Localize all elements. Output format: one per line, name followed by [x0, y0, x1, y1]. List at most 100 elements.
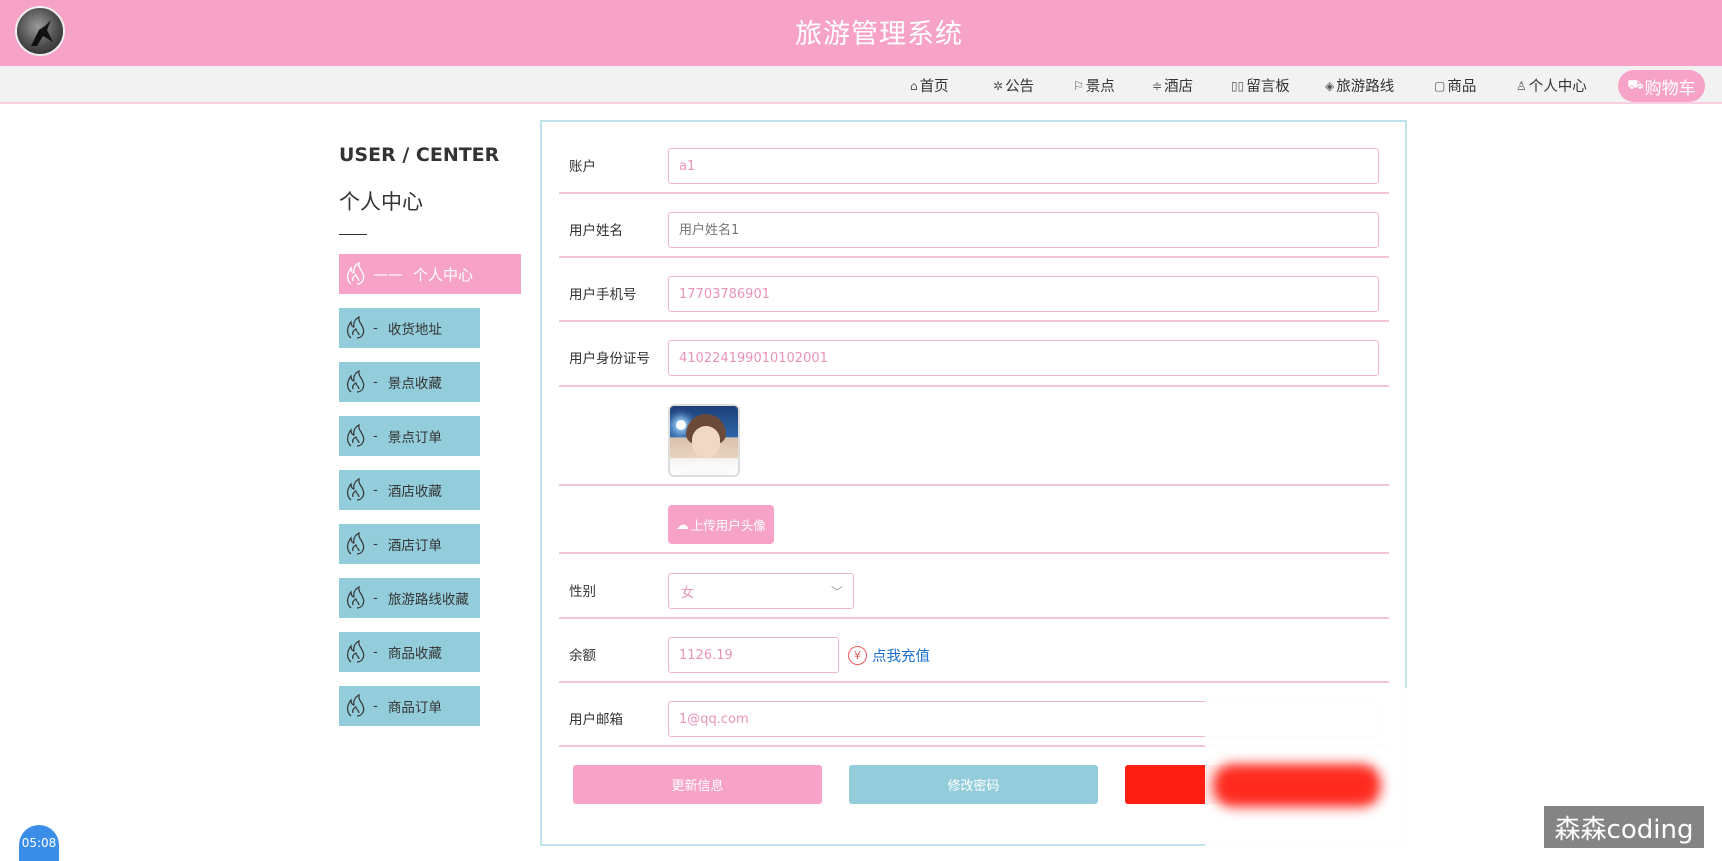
row-divider	[559, 552, 1389, 554]
menu-dash: ——	[373, 265, 403, 283]
flame-icon	[347, 370, 365, 393]
nav-home[interactable]: ⌂ 首页	[910, 75, 949, 96]
flame-icon	[347, 694, 365, 717]
row-divider	[559, 484, 1389, 486]
blurred-button-shape	[1213, 764, 1381, 807]
layers-icon: ◈	[1325, 78, 1335, 93]
menu-label: 商品订单	[387, 700, 442, 716]
phone-label: 用户手机号	[569, 287, 637, 303]
gender-label: 性别	[569, 584, 596, 600]
change-password-button[interactable]: 修改密码	[849, 765, 1098, 804]
flag-icon: ⚐	[1073, 78, 1084, 93]
sidebar-title-cn: 个人中心	[339, 190, 423, 214]
home-icon: ⌂	[910, 78, 918, 93]
clipboard-icon: ▢	[1434, 78, 1446, 93]
sidebar-item-hotel-orders[interactable]: - 酒店订单	[339, 524, 480, 564]
avatar-glow	[676, 420, 686, 430]
balance-field[interactable]	[668, 637, 839, 673]
sidebar-item-goods-favorites[interactable]: - 商品收藏	[339, 632, 480, 672]
watermark: 森森coding	[1544, 806, 1704, 848]
nav-messageboard[interactable]: ▯▯ 留言板	[1231, 75, 1290, 96]
nav-scenic[interactable]: ⚐ 景点	[1073, 75, 1115, 96]
idcard-field[interactable]	[668, 340, 1379, 376]
timer-badge: 05:08	[19, 825, 59, 861]
nav-label: 公告	[1005, 79, 1035, 95]
nav-cart-button[interactable]: ⛟ 购物车	[1618, 70, 1705, 102]
nav-cart-label: 购物车	[1644, 78, 1696, 99]
user-icon: ♙	[1516, 78, 1527, 93]
nav-user-center[interactable]: ♙ 个人中心	[1516, 75, 1587, 96]
flame-icon	[347, 532, 365, 555]
nav-hotel[interactable]: ≑ 酒店	[1152, 75, 1193, 96]
sidebar-item-route-favorites[interactable]: - 旅游路线收藏	[339, 578, 480, 618]
menu-dash: -	[373, 320, 378, 336]
book-icon: ▯▯	[1231, 78, 1245, 93]
phone-field[interactable]	[668, 276, 1379, 312]
menu-label: 个人中心	[413, 265, 474, 284]
update-info-button[interactable]: 更新信息	[573, 765, 822, 804]
gender-select[interactable]: 女 ﹀	[668, 573, 854, 609]
avatar-face	[692, 426, 720, 458]
gear-icon: ✲	[993, 78, 1004, 93]
sidebar-title-en: USER / CENTER	[339, 144, 500, 166]
flame-icon	[346, 262, 365, 285]
sidebar-item-address[interactable]: - 收货地址	[339, 308, 480, 348]
blurred-overlay	[1205, 688, 1417, 861]
menu-label: 收货地址	[387, 322, 442, 338]
nav-label: 商品	[1447, 79, 1477, 95]
site-title: 旅游管理系统	[795, 19, 963, 50]
recharge-label: 点我充值	[872, 649, 930, 665]
flame-icon	[347, 424, 365, 447]
sidebar-item-scenic-favorites[interactable]: - 景点收藏	[339, 362, 480, 402]
nav-label: 留言板	[1246, 79, 1290, 95]
menu-dash: -	[373, 536, 378, 552]
flame-icon	[347, 586, 365, 609]
row-divider	[559, 192, 1389, 194]
header-bar: 旅游管理系统	[0, 0, 1722, 66]
menu-dash: -	[373, 374, 378, 390]
avatar[interactable]	[668, 404, 740, 477]
menu-label: 景点收藏	[387, 376, 442, 392]
gender-value: 女	[681, 585, 695, 601]
sidebar-item-user-center[interactable]: —— 个人中心	[339, 254, 521, 294]
nav-label: 景点	[1085, 79, 1115, 95]
row-divider	[559, 385, 1389, 387]
name-field[interactable]	[668, 212, 1379, 248]
chevron-down-icon: ﹀	[830, 585, 843, 599]
menu-dash: -	[373, 590, 378, 606]
nav-routes[interactable]: ◈ 旅游路线	[1325, 75, 1394, 96]
menu-dash: -	[373, 644, 378, 660]
email-label: 用户邮箱	[569, 712, 623, 728]
recharge-link[interactable]: ¥ 点我充值	[848, 645, 930, 666]
idcard-label: 用户身份证号	[569, 351, 650, 367]
account-label: 账户	[569, 159, 596, 175]
sidebar-divider	[339, 234, 367, 235]
menu-label: 酒店订单	[387, 538, 442, 554]
menu-label: 商品收藏	[387, 646, 442, 662]
upload-avatar-button[interactable]: ☁ 上传用户头像	[668, 505, 774, 544]
menu-dash: -	[373, 428, 378, 444]
sliders-icon: ≑	[1152, 78, 1163, 93]
upload-avatar-label: 上传用户头像	[690, 518, 766, 533]
main-nav: ⌂ 首页 ✲ 公告 ⚐ 景点 ≑ 酒店 ▯▯ 留言板 ◈ 旅游路线 ▢ 商品 ♙…	[0, 66, 1722, 104]
account-field[interactable]	[668, 148, 1379, 184]
sidebar-item-goods-orders[interactable]: - 商品订单	[339, 686, 480, 726]
row-divider	[559, 256, 1389, 258]
nav-label: 个人中心	[1528, 79, 1587, 95]
avatar-shirt	[678, 462, 734, 475]
yen-icon: ¥	[848, 646, 867, 665]
menu-label: 景点订单	[387, 430, 442, 446]
menu-label: 酒店收藏	[387, 484, 442, 500]
nav-label: 首页	[919, 79, 949, 95]
menu-label: 旅游路线收藏	[387, 592, 469, 608]
nav-label: 酒店	[1164, 79, 1194, 95]
sidebar-item-scenic-orders[interactable]: - 景点订单	[339, 416, 480, 456]
flame-icon	[347, 316, 365, 339]
menu-dash: -	[373, 482, 378, 498]
nav-notice[interactable]: ✲ 公告	[993, 75, 1034, 96]
balance-label: 余额	[569, 648, 596, 664]
sidebar-item-hotel-favorites[interactable]: - 酒店收藏	[339, 470, 480, 510]
name-label: 用户姓名	[569, 223, 623, 239]
cart-icon: ⛟	[1627, 77, 1644, 93]
nav-goods[interactable]: ▢ 商品	[1434, 75, 1476, 96]
